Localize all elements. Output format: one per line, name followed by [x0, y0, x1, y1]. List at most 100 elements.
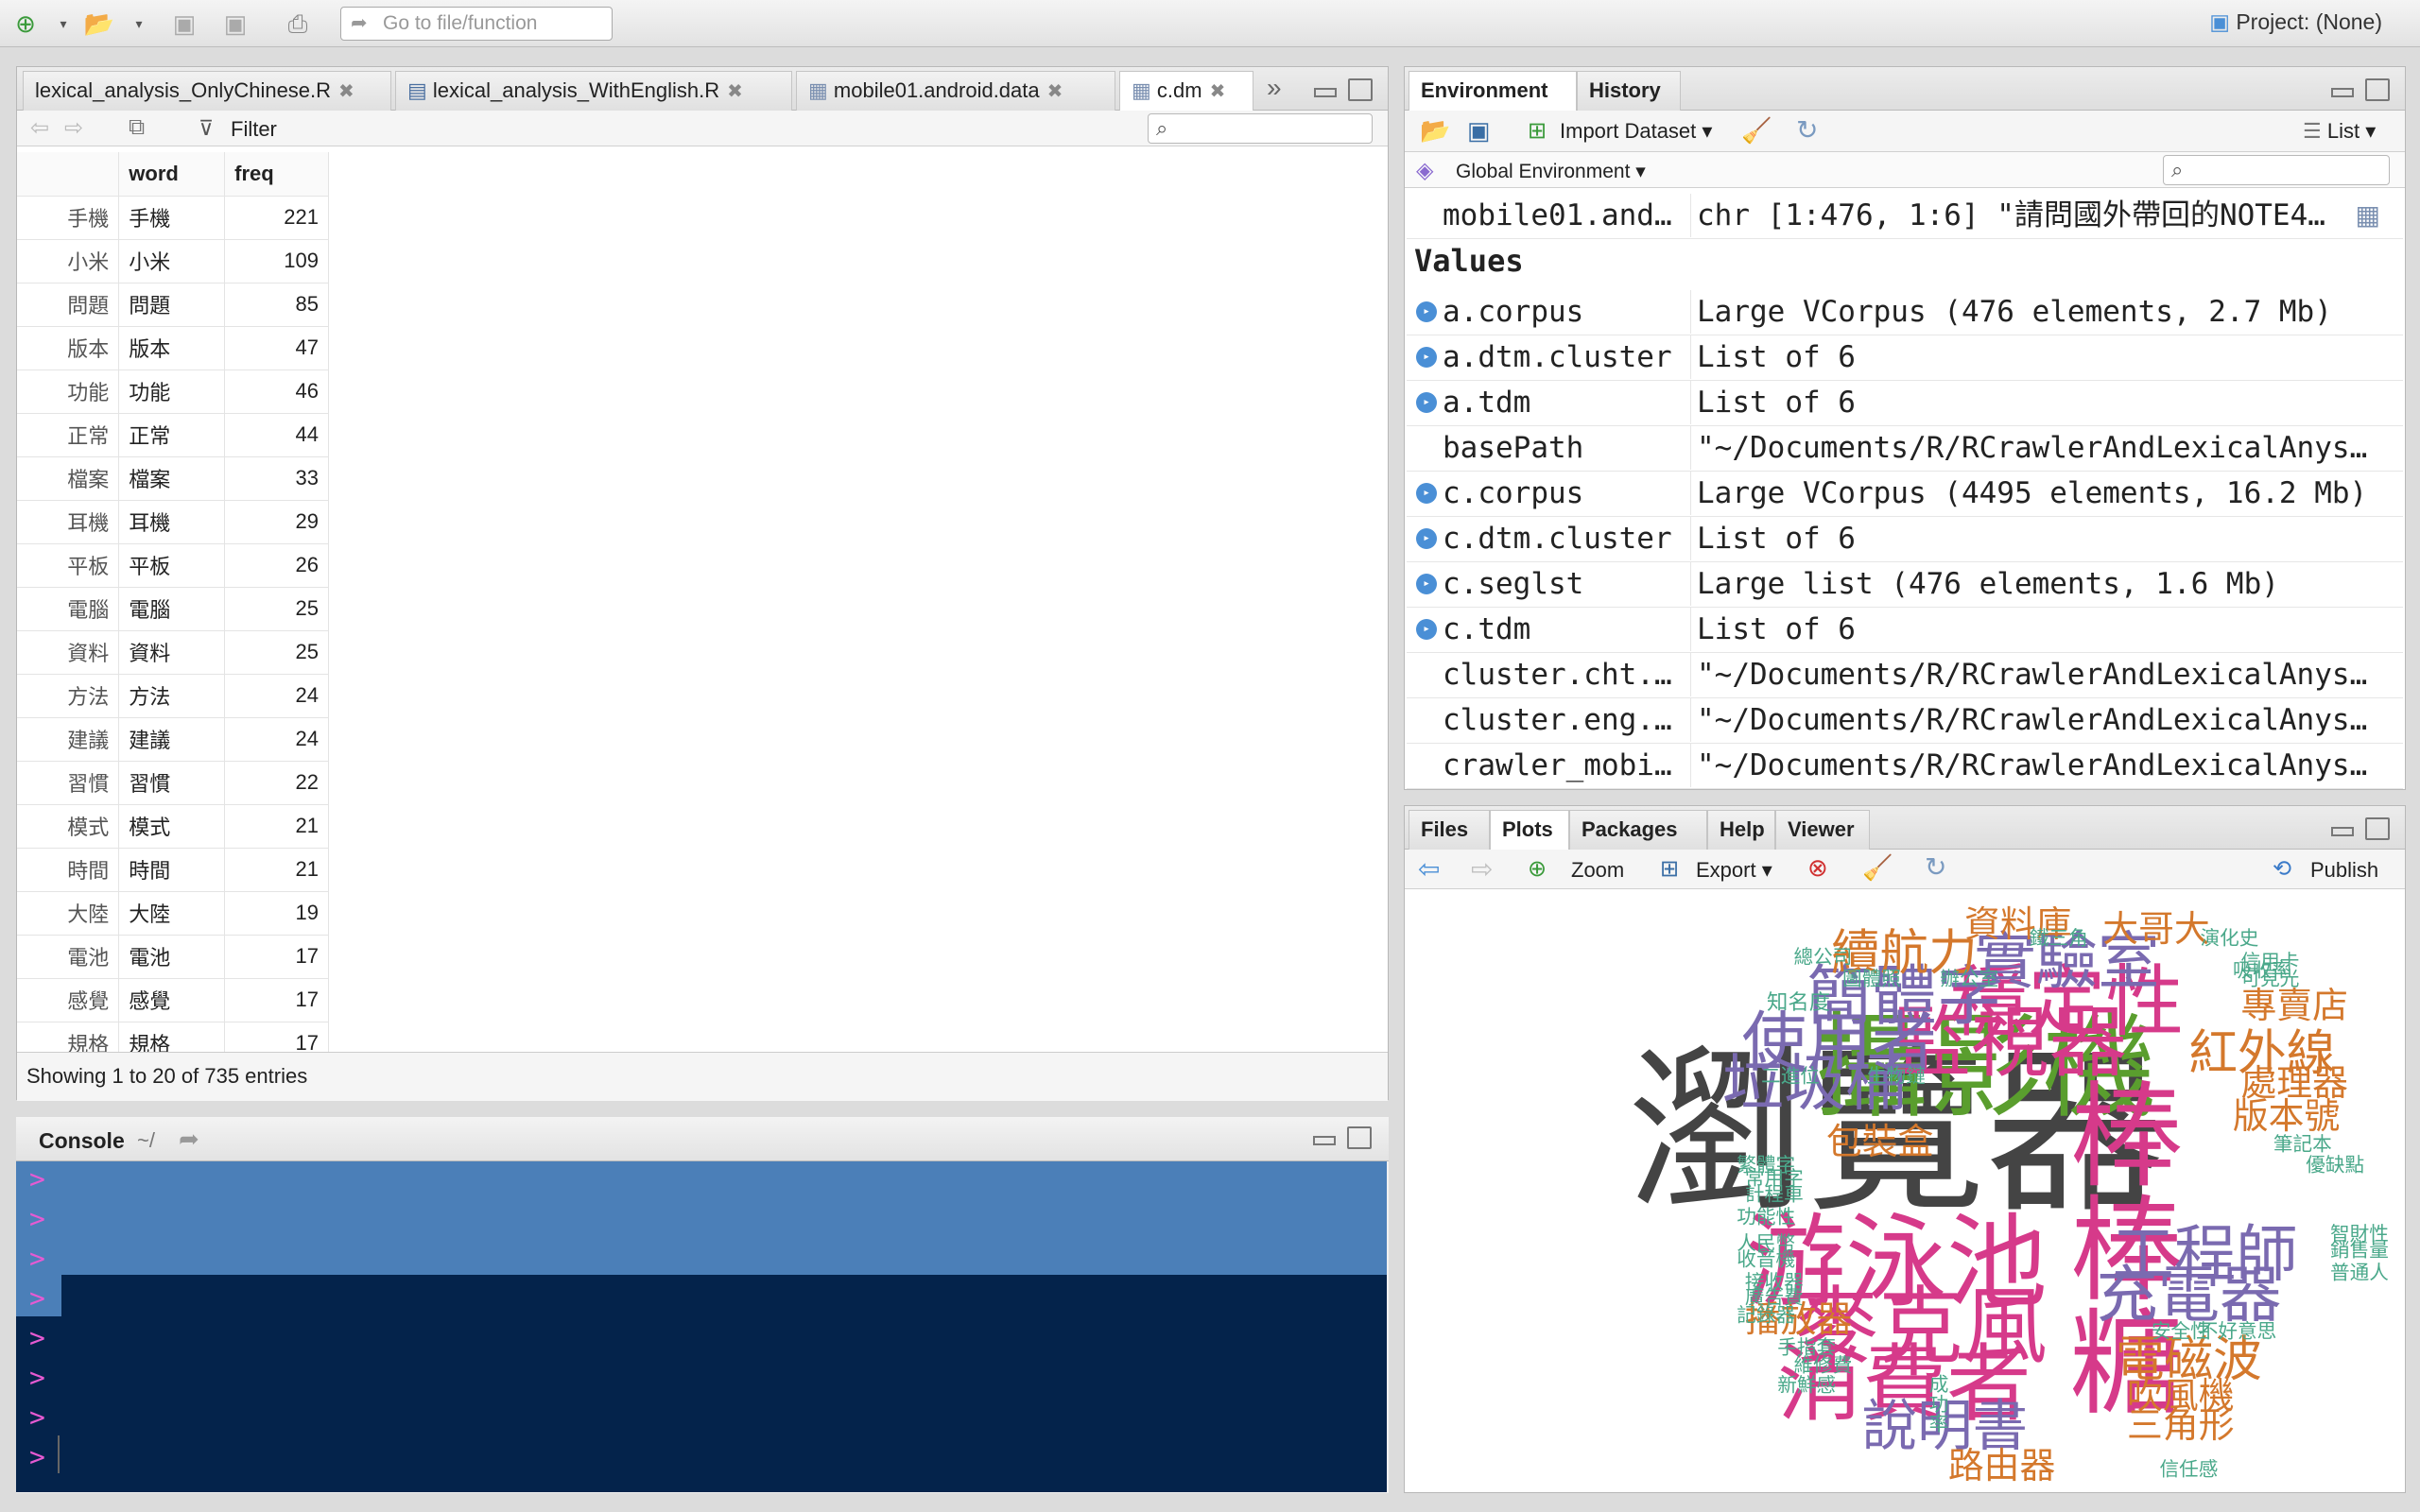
close-icon[interactable]: ✖ [1047, 81, 1063, 102]
table-row[interactable]: 大陸 大陸 19 [17, 891, 329, 936]
tab-mobile01-data[interactable]: ▦ mobile01.android.data ✖ [796, 71, 1115, 111]
save-workspace-icon[interactable]: ▣ [1467, 116, 1491, 146]
minimize-icon[interactable] [1314, 88, 1337, 97]
table-row[interactable]: 規格 規格 17 [17, 1022, 329, 1055]
table-row[interactable]: 資料 資料 25 [17, 630, 329, 675]
tab-lexical-only-chinese[interactable]: lexical_analysis_OnlyChinese.R ✖ [23, 71, 391, 111]
chevron-down-icon[interactable]: ▾ [121, 8, 157, 40]
column-header-word[interactable]: word [118, 152, 226, 197]
close-icon[interactable]: ✖ [338, 81, 354, 102]
more-tabs-icon[interactable]: » [1267, 73, 1282, 103]
broom-icon[interactable]: 🧹 [1741, 116, 1772, 146]
minimize-icon[interactable] [2331, 827, 2354, 836]
filter-label[interactable]: Filter [231, 117, 277, 142]
print-icon[interactable]: ⎙ [280, 8, 316, 40]
go-to-directory-icon[interactable]: ➦ [179, 1125, 199, 1154]
env-value-row[interactable]: ▸ c.tdm List of 6 [1407, 608, 2403, 653]
tab-c-dm[interactable]: ▦ c.dm ✖ [1119, 71, 1253, 112]
table-row[interactable]: 問題 問題 85 [17, 283, 329, 327]
tab-plots[interactable]: Plots [1490, 810, 1569, 850]
maximize-icon[interactable] [2365, 78, 2390, 101]
global-environment-menu[interactable]: Global Environment ▾ [1456, 160, 1646, 183]
import-dataset-button[interactable]: Import Dataset ▾ [1560, 119, 1712, 144]
table-row[interactable]: 電腦 電腦 25 [17, 587, 329, 631]
column-header-freq[interactable]: freq [224, 152, 329, 197]
expand-icon[interactable]: ▸ [1416, 301, 1437, 322]
refresh-icon[interactable]: ↻ [1925, 851, 1946, 883]
expand-icon[interactable]: ▸ [1416, 483, 1437, 504]
tab-environment[interactable]: Environment [1409, 71, 1577, 112]
wordcloud-word: 生物鏈 [1866, 1064, 1926, 1088]
table-row[interactable]: 感覺 感覺 17 [17, 978, 329, 1022]
expand-icon[interactable]: ▸ [1416, 528, 1437, 549]
maximize-icon[interactable] [1347, 1126, 1372, 1149]
popout-icon[interactable]: ⧉ [129, 114, 145, 141]
env-value-row[interactable]: cluster.eng.p… "~/Documents/R/RCrawlerAnd… [1407, 698, 2403, 744]
env-value-row[interactable]: ▸ c.dtm.cluster List of 6 [1407, 517, 2403, 562]
expand-icon[interactable]: ▸ [1416, 347, 1437, 368]
next-plot-icon[interactable]: ⇨ [1471, 853, 1493, 885]
publish-button[interactable]: Publish [2310, 858, 2378, 883]
project-menu[interactable]: ▣ Project: (None) [2209, 9, 2382, 35]
expand-icon[interactable]: ▸ [1416, 392, 1437, 413]
close-icon[interactable]: ✖ [1210, 81, 1226, 102]
env-value-row[interactable]: ▸ a.corpus Large VCorpus (476 elements, 2.… [1407, 290, 2403, 335]
save-all-icon[interactable]: ▣ [217, 8, 253, 40]
maximize-icon[interactable] [1348, 78, 1373, 101]
table-row[interactable]: 檔案 檔案 33 [17, 456, 329, 501]
minimize-icon[interactable] [2331, 88, 2354, 97]
env-value-row[interactable]: ▸ a.dtm.cluster List of 6 [1407, 335, 2403, 381]
data-row-mobile01[interactable]: mobile01.andr… chr [1:476, 1:6] "請問國外帶回的… [1407, 194, 2403, 239]
view-table-icon[interactable]: ▦ [2356, 194, 2380, 237]
refresh-icon[interactable]: ↻ [1796, 114, 1818, 146]
table-row[interactable]: 功能 功能 46 [17, 369, 329, 414]
table-row[interactable]: 耳機 耳機 29 [17, 500, 329, 544]
delete-plot-icon[interactable]: ⊗ [1807, 853, 1828, 883]
filter-icon[interactable]: ⊽ [199, 116, 214, 141]
forward-icon[interactable]: ⇨ [64, 114, 83, 142]
export-button[interactable]: Export ▾ [1696, 858, 1772, 883]
close-icon[interactable]: ✖ [727, 81, 743, 102]
tab-packages[interactable]: Packages [1569, 810, 1707, 850]
goto-file-input[interactable]: ➦ Go to file/function [340, 7, 613, 41]
viewer-search-input[interactable]: ⌕ [1148, 113, 1373, 144]
env-value-row[interactable]: crawler_mobil… "~/Documents/R/RCrawlerAnd… [1407, 744, 2403, 789]
table-row[interactable]: 建議 建議 24 [17, 717, 329, 762]
table-row[interactable]: 方法 方法 24 [17, 674, 329, 718]
minimize-icon[interactable] [1313, 1136, 1336, 1145]
table-row[interactable]: 習慣 習慣 22 [17, 761, 329, 805]
tab-viewer[interactable]: Viewer [1775, 810, 1870, 850]
chevron-down-icon[interactable]: ▾ [45, 8, 81, 40]
expand-icon[interactable]: ▸ [1416, 619, 1437, 640]
zoom-button[interactable]: Zoom [1571, 858, 1624, 883]
env-value-row[interactable]: ▸ a.tdm List of 6 [1407, 381, 2403, 426]
expand-icon[interactable]: ▸ [1416, 574, 1437, 594]
env-value-row[interactable]: basePath "~/Documents/R/RCrawlerAndLexica… [1407, 426, 2403, 472]
list-view-menu[interactable]: ☰ List ▾ [2303, 119, 2376, 144]
broom-icon[interactable]: 🧹 [1862, 853, 1893, 883]
tab-files[interactable]: Files [1409, 810, 1490, 850]
new-file-icon[interactable]: ⊕ [8, 8, 43, 40]
table-row[interactable]: 小米 小米 109 [17, 239, 329, 284]
table-row[interactable]: 時間 時間 21 [17, 848, 329, 892]
environment-search-input[interactable]: ⌕ [2163, 155, 2390, 185]
table-row[interactable]: 正常 正常 44 [17, 413, 329, 457]
table-row[interactable]: 手機 手機 221 [17, 196, 329, 240]
tab-help[interactable]: Help [1707, 810, 1775, 850]
table-row[interactable]: 電池 電池 17 [17, 935, 329, 979]
console-output[interactable]: > > > > > > > > [16, 1161, 1387, 1492]
previous-plot-icon[interactable]: ⇦ [1418, 853, 1440, 885]
tab-history[interactable]: History [1577, 71, 1681, 111]
maximize-icon[interactable] [2365, 817, 2390, 840]
env-value-row[interactable]: cluster.cht.p… "~/Documents/R/RCrawlerAnd… [1407, 653, 2403, 698]
env-value-row[interactable]: ▸ c.corpus Large VCorpus (4495 elements, 1… [1407, 472, 2403, 517]
save-icon[interactable]: ▣ [166, 8, 202, 40]
table-row[interactable]: 版本 版本 47 [17, 326, 329, 370]
table-row[interactable]: 模式 模式 21 [17, 804, 329, 849]
table-row[interactable]: 平板 平板 26 [17, 543, 329, 588]
open-folder-icon[interactable]: 📂 [81, 8, 117, 40]
env-value-row[interactable]: ▸ c.seglst Large list (476 elements, 1.6 M… [1407, 562, 2403, 608]
load-workspace-icon[interactable]: 📂 [1420, 116, 1450, 146]
tab-lexical-with-english[interactable]: ▤ lexical_analysis_WithEnglish.R ✖ [395, 71, 792, 111]
back-icon[interactable]: ⇦ [30, 114, 49, 142]
